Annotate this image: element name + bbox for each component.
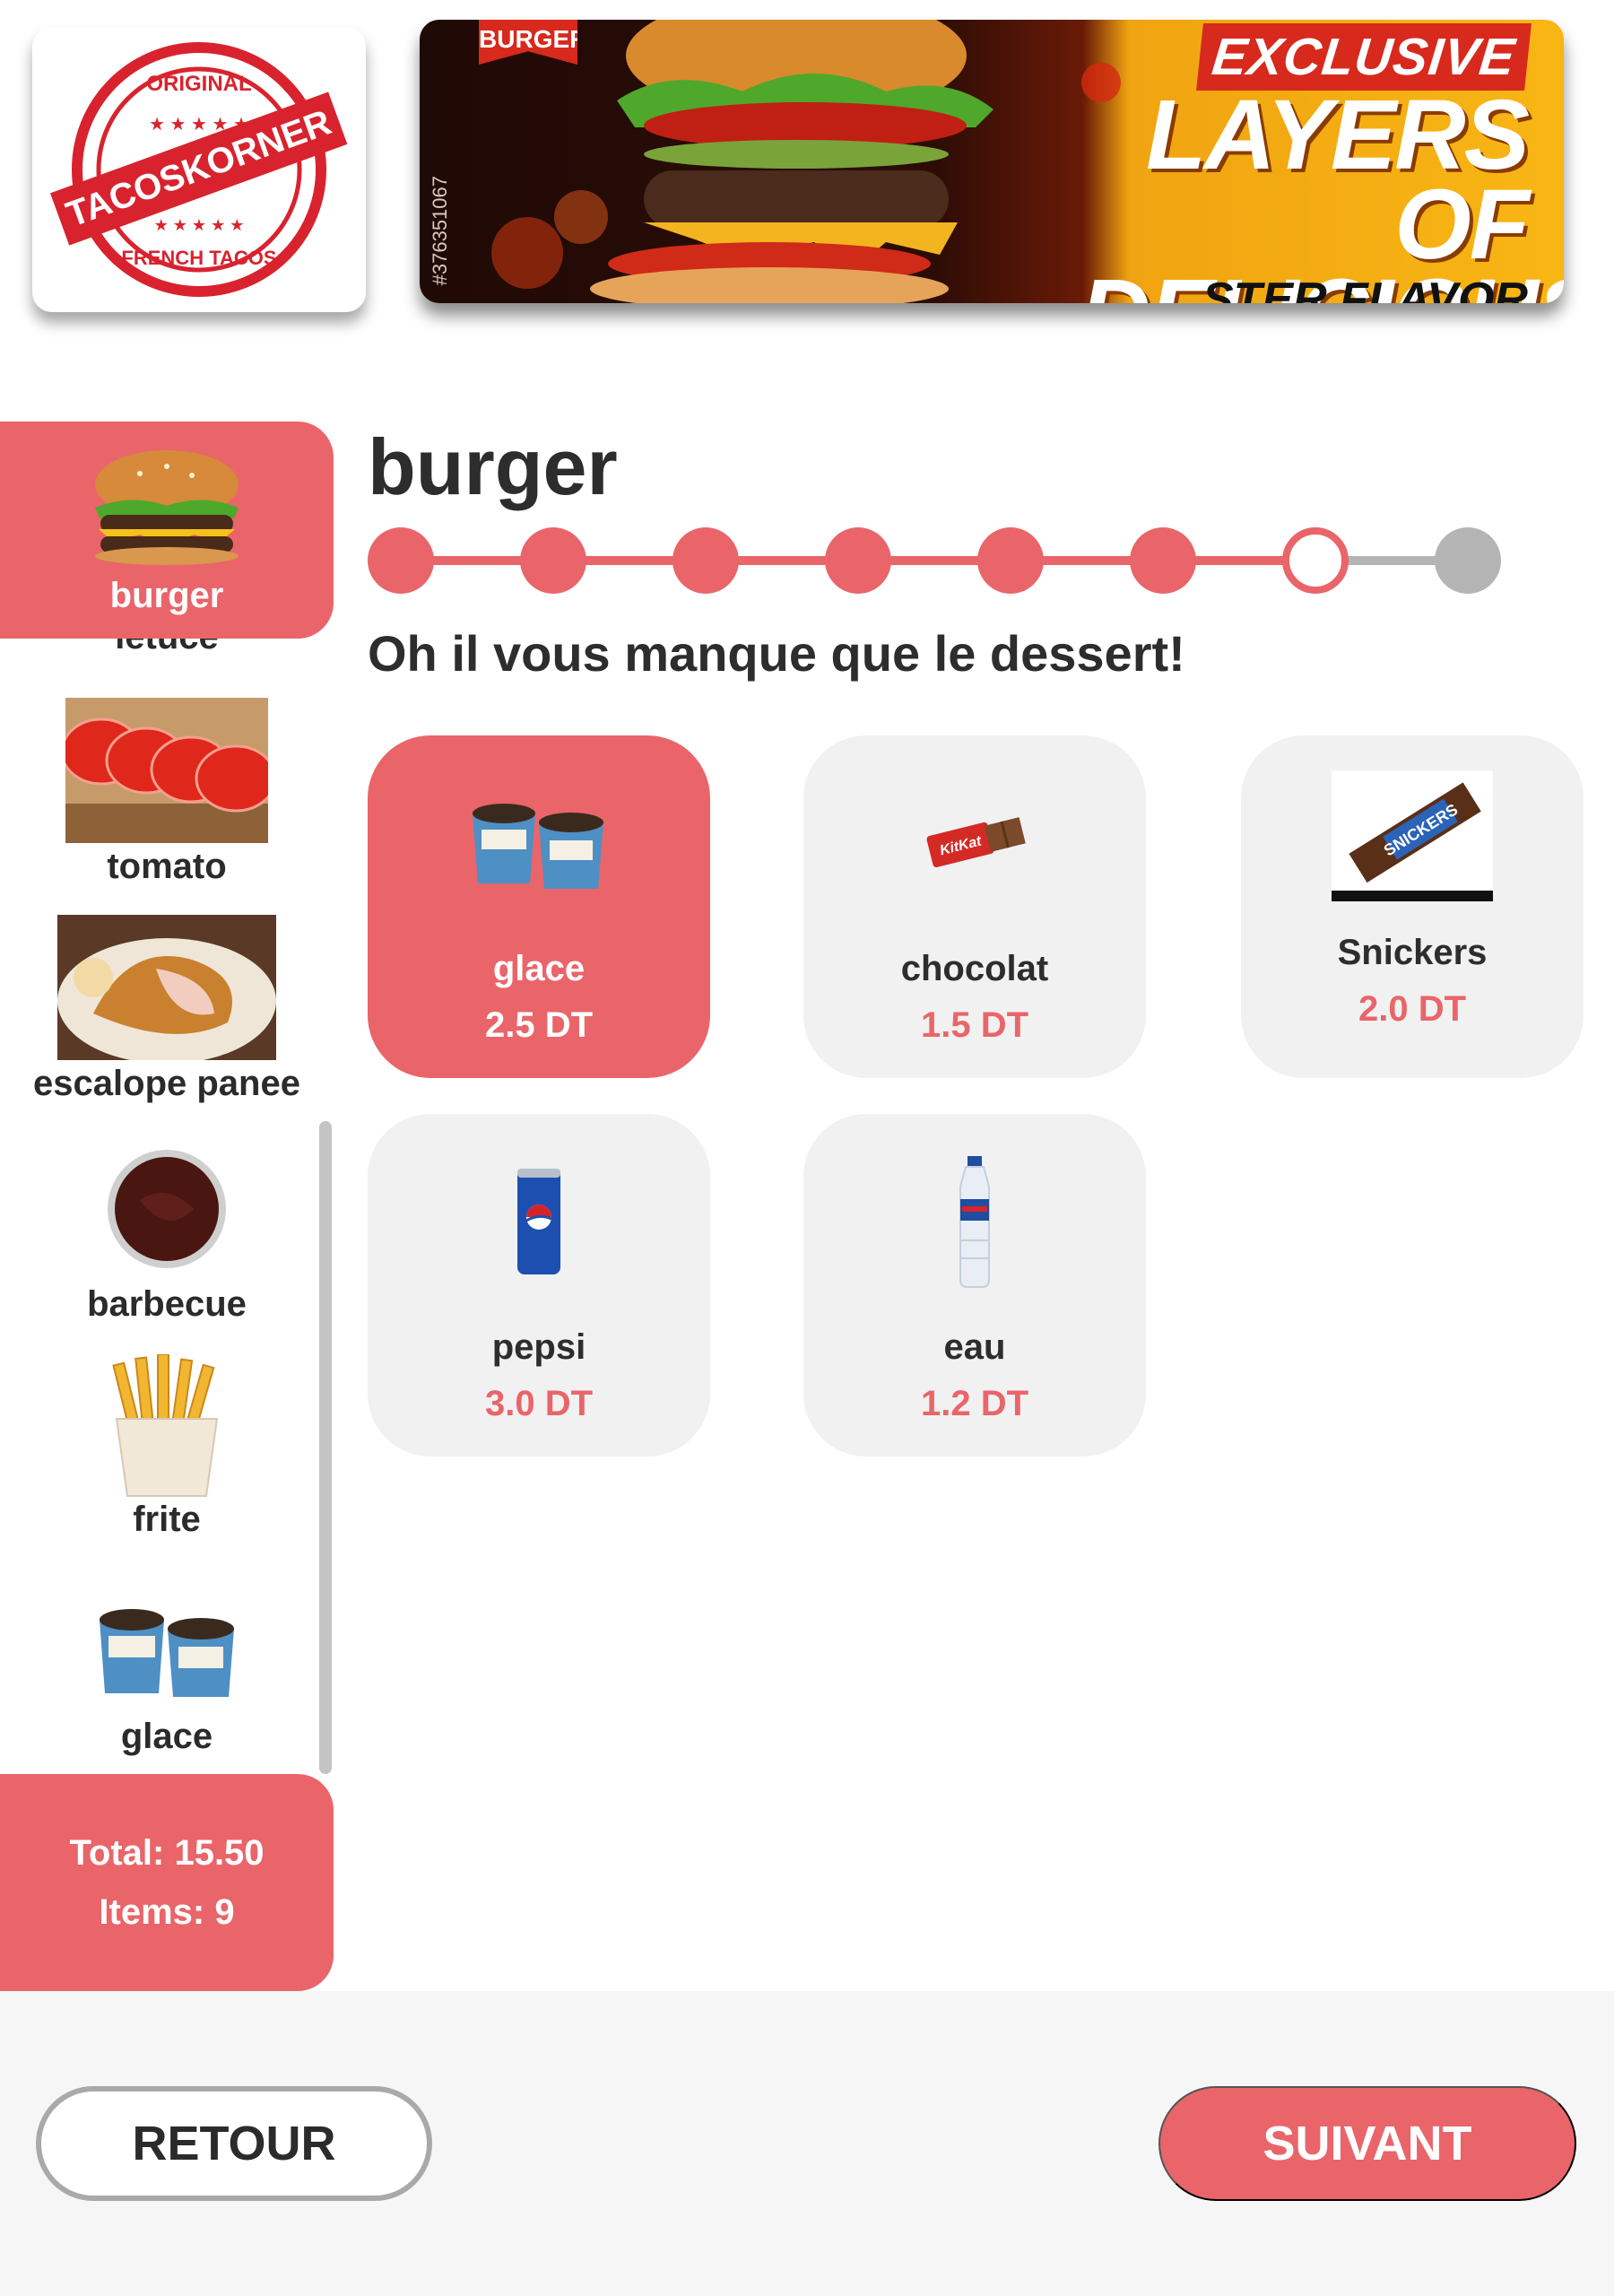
product-name: pepsi: [491, 1327, 586, 1367]
banner-tag: EXCLUSIVE: [1196, 23, 1532, 91]
logo-bottom-text: FRENCH TACOS: [121, 247, 276, 269]
sidebar-item-escalope-panee[interactable]: escalope panee: [0, 915, 334, 1104]
step-1[interactable]: [368, 527, 434, 594]
svg-text:★ ★ ★ ★ ★: ★ ★ ★ ★ ★: [149, 115, 249, 135]
progress-stepper: [368, 527, 1501, 594]
product-card-chocolat[interactable]: KitKat chocolat 1.5 DT: [803, 735, 1146, 1078]
sidebar-active-label: burger: [109, 576, 224, 615]
fries-icon: [112, 1354, 219, 1497]
banner-stock-id: #376351067: [429, 175, 451, 285]
ice-cream-icon: [100, 1609, 234, 1697]
product-card-snickers[interactable]: SNICKERS Snickers 2.0 DT: [1241, 735, 1584, 1078]
svg-text:★ ★ ★ ★ ★: ★ ★ ★ ★ ★: [154, 216, 245, 234]
sidebar-item-tomato[interactable]: tomato: [0, 698, 334, 887]
sidebar-item-label: escalope panee: [33, 1064, 300, 1103]
water-bottle-icon: [959, 1156, 990, 1288]
product-name: eau: [943, 1327, 1006, 1367]
sidebar-item-label: tomato: [107, 847, 227, 886]
order-summary: Total: 15.50 Items: 9: [0, 1774, 334, 1991]
product-card-eau[interactable]: eau 1.2 DT: [803, 1114, 1146, 1457]
step-3[interactable]: [672, 527, 739, 594]
sidebar-item-label: frite: [133, 1500, 201, 1539]
product-card-pepsi[interactable]: pepsi 3.0 DT: [368, 1114, 710, 1457]
product-card-glace[interactable]: glace 2.5 DT: [368, 735, 710, 1078]
barbecue-sauce-icon: [108, 1150, 226, 1268]
logo-top-text: ORIGINAL: [146, 72, 251, 96]
step-6[interactable]: [1130, 527, 1196, 594]
product-price: 1.5 DT: [920, 1005, 1029, 1045]
order-total: Total: 15.50: [69, 1833, 265, 1873]
product-name: glace: [492, 949, 586, 988]
tacoskorner-logo: ORIGINAL FRENCH TACOS TACOSKORNER ★ ★ ★ …: [50, 42, 348, 297]
retour-button[interactable]: RETOUR: [36, 2086, 432, 2201]
tomato-icon: [65, 698, 268, 843]
sidebar-item-glace[interactable]: glace: [0, 1596, 334, 1757]
step-4[interactable]: [825, 527, 891, 594]
chocolate-bar-icon: KitKat: [926, 817, 1026, 868]
burger-illustration: [491, 20, 1121, 303]
suivant-button[interactable]: SUIVANT: [1158, 2086, 1576, 2201]
escalope-icon: [57, 915, 276, 1060]
sidebar-item-frite[interactable]: frite: [0, 1354, 334, 1540]
page-title: burger: [368, 422, 618, 511]
order-sidebar: letuce burger tomato: [0, 422, 334, 1991]
sidebar-item-barbecue[interactable]: barbecue: [0, 1146, 334, 1325]
product-name: Snickers: [1337, 933, 1488, 972]
banner-headline: EXCLUSIVE LAYERS OF DELICIOUS: [1080, 23, 1564, 303]
product-price: 2.5 DT: [484, 1005, 594, 1045]
banner-line-1: LAYERS OF: [1145, 80, 1530, 280]
banner-subtext: ...STER FLAVOR: [1163, 274, 1528, 303]
logo-card: ORIGINAL FRENCH TACOS TACOSKORNER ★ ★ ★ …: [32, 27, 366, 312]
sidebar-item-burger-active[interactable]: burger: [0, 422, 334, 639]
promo-banner[interactable]: BURGER #376351067 EXCLUSIVE LAYERS OF DE…: [420, 20, 1564, 303]
step-7-current[interactable]: [1282, 527, 1349, 594]
order-items-count: Items: 9: [99, 1892, 235, 1932]
step-8[interactable]: [1435, 527, 1501, 594]
step-subtitle: Oh il vous manque que le dessert!: [368, 625, 1185, 682]
sidebar-item-label: barbecue: [87, 1284, 247, 1324]
product-price: 2.0 DT: [1358, 989, 1467, 1029]
ice-cream-icon: [473, 804, 603, 889]
sidebar-scrollbar[interactable]: [319, 1121, 332, 1774]
sidebar-item-label: glace: [120, 1717, 213, 1756]
burger-icon: [95, 450, 239, 565]
snickers-icon: SNICKERS: [1332, 770, 1493, 901]
product-price: 1.2 DT: [920, 1384, 1029, 1423]
product-price: 3.0 DT: [484, 1384, 594, 1423]
step-5[interactable]: [977, 527, 1044, 594]
step-2[interactable]: [520, 527, 586, 594]
soda-can-icon: [517, 1169, 560, 1274]
product-name: chocolat: [900, 949, 1049, 988]
